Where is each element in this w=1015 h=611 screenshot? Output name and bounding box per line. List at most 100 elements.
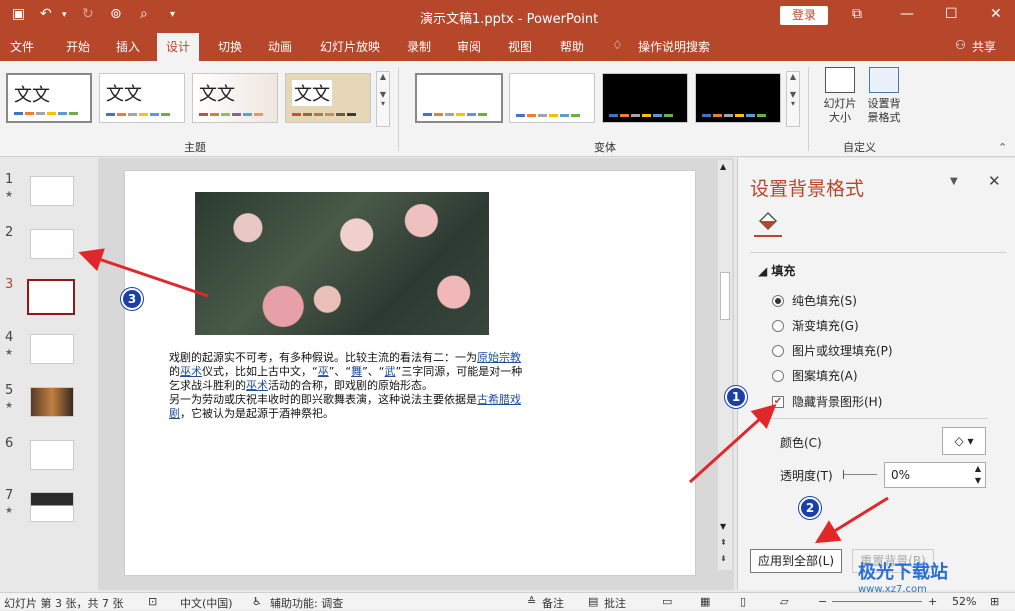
variant-3[interactable] xyxy=(602,73,688,123)
current-slide[interactable]: 戏剧的起源实不可考，有多种假说。比较主流的看法有二：一为原始宗教的巫术仪式，比如… xyxy=(124,170,696,576)
present-icon[interactable]: ⊚ xyxy=(110,6,122,22)
zoom-out-icon[interactable]: − xyxy=(818,595,827,608)
slide-size-button[interactable]: 幻灯片 大小 xyxy=(818,67,862,125)
pane-close-icon[interactable]: ✕ xyxy=(988,172,1001,190)
accessibility-status[interactable]: 辅助功能: 调查 xyxy=(270,595,343,611)
format-background-button[interactable]: 设置背 景格式 xyxy=(862,67,906,125)
tell-me-search[interactable]: 操作说明搜索 xyxy=(638,38,710,55)
reading-view-icon[interactable]: ▯ xyxy=(740,595,746,608)
theme-retrospect[interactable]: 文文 xyxy=(192,73,278,123)
thumbnail-7[interactable]: 7 ★ xyxy=(5,488,74,522)
tab-help[interactable]: 帮助 xyxy=(560,38,584,55)
minimize-icon[interactable]: — xyxy=(900,6,914,22)
fit-slide-icon[interactable]: ⊞ xyxy=(990,595,999,608)
scroll-thumb[interactable] xyxy=(720,272,730,320)
color-picker-button[interactable]: ◇ ▾ xyxy=(942,427,986,455)
variant-color-bars xyxy=(702,114,766,117)
scroll-up-icon[interactable]: ▲ xyxy=(720,162,726,171)
tab-file[interactable]: 文件 xyxy=(10,38,34,55)
thumbnail-4[interactable]: 4 ★ xyxy=(5,330,74,364)
thumbnail-3[interactable]: 3 xyxy=(5,277,75,315)
fill-section-header[interactable]: ◢ 填充 xyxy=(758,262,795,279)
slide-sorter-icon[interactable]: ▦ xyxy=(700,595,710,608)
comments-button[interactable]: 批注 xyxy=(604,595,626,611)
editor-scrollbar[interactable]: ▲ ▼ ⇞ ⇟ xyxy=(718,160,732,570)
radio-selected[interactable] xyxy=(772,294,784,307)
zoom-in-icon[interactable]: + xyxy=(928,595,937,608)
theme-office[interactable]: 文文 xyxy=(6,73,92,123)
hide-background-graphics[interactable]: ✔ 隐藏背景图形(H) xyxy=(772,393,882,410)
variant-2[interactable] xyxy=(509,73,595,123)
undo-dropdown-icon[interactable]: ▾ xyxy=(62,10,67,20)
hyperlink[interactable]: 巫 xyxy=(318,365,329,378)
variant-gallery-scroll[interactable]: ▲ ▼ ▾ xyxy=(786,71,800,127)
hyperlink[interactable]: 武 xyxy=(385,365,396,378)
tab-design[interactable]: 设计 xyxy=(157,33,200,61)
radio[interactable] xyxy=(772,344,784,357)
login-button[interactable]: 登录 xyxy=(780,6,828,25)
share-button[interactable]: 共享 xyxy=(972,38,996,55)
variant-1[interactable] xyxy=(415,73,503,123)
thumbnail-5[interactable]: 5 ★ xyxy=(5,383,74,417)
radio[interactable] xyxy=(772,369,784,382)
tab-record[interactable]: 录制 xyxy=(407,38,431,55)
spinner-arrows-icon[interactable]: ▲ ▼ xyxy=(975,463,981,487)
notes-button[interactable]: 备注 xyxy=(542,595,564,611)
customize-qat-icon[interactable]: ▾ xyxy=(170,9,175,20)
rose-photo[interactable] xyxy=(195,192,489,335)
language-status[interactable]: 中文(中国) xyxy=(180,595,233,611)
apply-to-all-button[interactable]: 应用到全部(L) xyxy=(750,549,842,573)
transparency-slider[interactable] xyxy=(843,470,877,479)
zoom-level[interactable]: 52% xyxy=(952,595,976,608)
scroll-down-icon[interactable]: ▼ xyxy=(720,522,726,531)
tab-home[interactable]: 开始 xyxy=(66,38,90,55)
collapse-ribbon-icon[interactable]: ⌃ xyxy=(998,141,1007,154)
theme-gallery-scroll[interactable]: ▲ ▼ ▾ xyxy=(376,71,390,127)
tab-insert[interactable]: 插入 xyxy=(116,38,140,55)
tab-animations[interactable]: 动画 xyxy=(268,38,292,55)
fill-paint-bucket-icon[interactable] xyxy=(754,209,782,237)
normal-view-icon[interactable]: ▭ xyxy=(662,595,672,608)
thumbnail-2[interactable]: 2 xyxy=(5,225,74,259)
close-icon[interactable]: ✕ xyxy=(990,6,1002,22)
theme-office-2[interactable]: 文文 xyxy=(99,73,185,123)
spelling-icon[interactable]: ⊡ xyxy=(148,595,157,608)
comments-icon[interactable]: ▤ xyxy=(588,595,598,608)
tab-slideshow[interactable]: 幻灯片放映 xyxy=(320,38,380,55)
theme-ink[interactable]: 文文 xyxy=(285,73,371,123)
hyperlink[interactable]: 巫术 xyxy=(180,365,202,378)
tab-transitions[interactable]: 切换 xyxy=(218,38,242,55)
notes-icon[interactable]: ≙ xyxy=(527,595,536,608)
hyperlink[interactable]: 舞 xyxy=(351,365,362,378)
step-marker-1: 1 xyxy=(725,386,747,408)
thumbnail-1[interactable]: 1 ★ xyxy=(5,172,74,206)
zoom-slider[interactable] xyxy=(832,601,922,602)
solid-fill-option[interactable]: 纯色填充(S) xyxy=(772,292,857,309)
picture-fill-option[interactable]: 图片或纹理填充(P) xyxy=(772,342,893,359)
hyperlink[interactable]: 巫术 xyxy=(246,379,268,392)
accessibility-icon[interactable]: ♿ xyxy=(252,595,262,608)
slide-body-text[interactable]: 戏剧的起源实不可考，有多种假说。比较主流的看法有二：一为原始宗教的巫术仪式，比如… xyxy=(169,351,529,421)
ribbon-tabs: 文件 开始 插入 设计 切换 动画 幻灯片放映 录制 审阅 视图 帮助 ♢ 操作… xyxy=(0,33,1015,61)
slideshow-view-icon[interactable]: ▱ xyxy=(780,595,788,608)
undo-icon[interactable]: ↶ xyxy=(40,6,52,22)
preview-icon[interactable]: ⌕ xyxy=(140,6,148,22)
gradient-fill-option[interactable]: 渐变填充(G) xyxy=(772,317,859,334)
tab-view[interactable]: 视图 xyxy=(508,38,532,55)
prev-slide-icon[interactable]: ⇞ xyxy=(720,538,727,547)
maximize-icon[interactable]: ☐ xyxy=(945,6,958,22)
next-slide-icon[interactable]: ⇟ xyxy=(720,554,727,563)
checkbox-checked-icon[interactable]: ✔ xyxy=(772,395,784,408)
variant-4[interactable] xyxy=(695,73,781,123)
transparency-input[interactable]: 0% ▲ ▼ xyxy=(884,462,986,488)
pane-title: 设置背景格式 xyxy=(750,178,865,200)
radio[interactable] xyxy=(772,319,784,332)
ribbon-display-icon[interactable]: ⧉ xyxy=(852,6,862,22)
pane-options-icon[interactable]: ▼ xyxy=(950,176,958,187)
variant-color-bars xyxy=(516,114,580,117)
tab-review[interactable]: 审阅 xyxy=(457,38,481,55)
pattern-fill-option[interactable]: 图案填充(A) xyxy=(772,367,858,384)
hyperlink[interactable]: 原始宗教 xyxy=(477,351,521,364)
thumbnail-6[interactable]: 6 xyxy=(5,436,74,470)
save-icon[interactable]: ▣ xyxy=(12,6,25,22)
